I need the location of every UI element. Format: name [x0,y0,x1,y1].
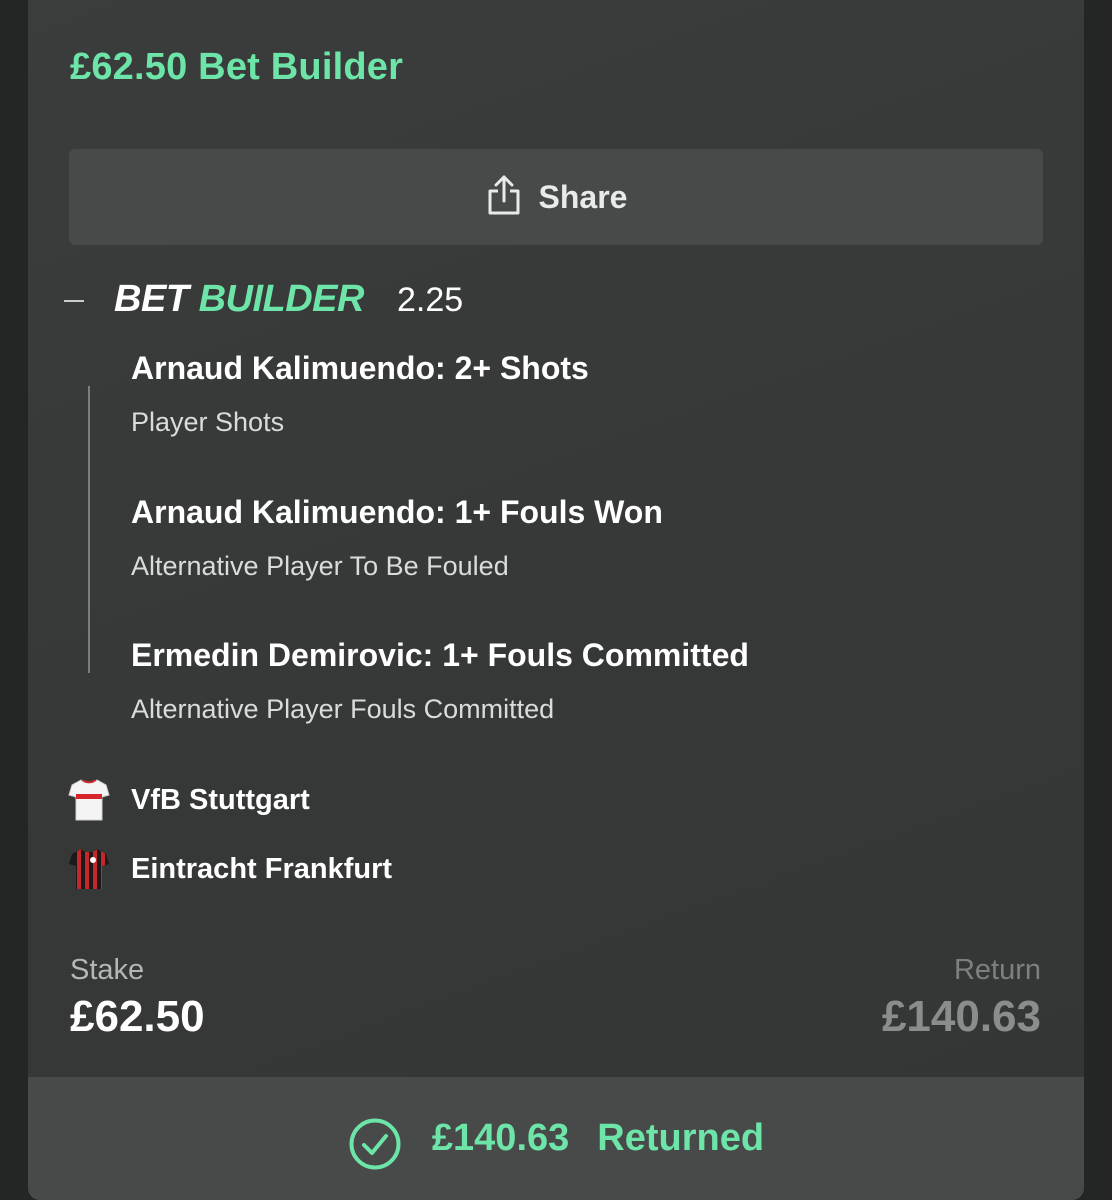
team-name: Eintracht Frankfurt [131,852,393,885]
share-button[interactable]: Share [69,149,1043,245]
stake-label: Stake [70,954,145,986]
logo-word-builder: BUILDER [198,278,365,320]
bet-leg: Ermedin Demirovic: 1+ Fouls Committed Al… [131,637,749,725]
returned-status-bar: £140.63 Returned [28,1077,1084,1200]
leg-selection: Ermedin Demirovic: 1+ Fouls Committed [131,637,749,673]
bet-leg: Arnaud Kalimuendo: 1+ Fouls Won Alternat… [131,494,663,582]
bet-title: £62.50 Bet Builder [70,46,404,88]
away-team: Eintracht Frankfurt [68,847,392,891]
bet-card: £62.50 Bet Builder Share BET BUILDER 2.2… [28,0,1084,1200]
black-red-striped-kit-icon [69,849,109,889]
return-label: Return [953,954,1041,986]
leg-selection: Arnaud Kalimuendo: 2+ Shots [131,350,589,386]
leg-market: Alternative Player To Be Fouled [131,551,509,581]
leg-market: Alternative Player Fouls Committed [131,694,555,724]
legs-connector-line [88,386,90,673]
logo-word-bet: BET [114,278,189,320]
leg-market: Player Shots [131,407,285,437]
white-red-kit-icon [68,779,110,821]
return-value: £140.63 [881,992,1041,1041]
leg-selection: Arnaud Kalimuendo: 1+ Fouls Won [131,494,663,530]
returned-amount: £140.63 [431,1117,570,1159]
bet-builder-logo: BET BUILDER [114,278,364,321]
bet-odds: 2.25 [397,281,464,319]
team-name: VfB Stuttgart [131,783,310,816]
check-circle-icon [349,1118,401,1169]
share-icon [488,175,520,215]
bet-leg: Arnaud Kalimuendo: 2+ Shots Player Shots [131,350,589,438]
returned-status: Returned [597,1117,765,1159]
home-team: VfB Stuttgart [68,778,310,822]
stake-value: £62.50 [70,992,205,1041]
share-label: Share [538,178,628,215]
collapse-toggle[interactable] [64,300,84,302]
